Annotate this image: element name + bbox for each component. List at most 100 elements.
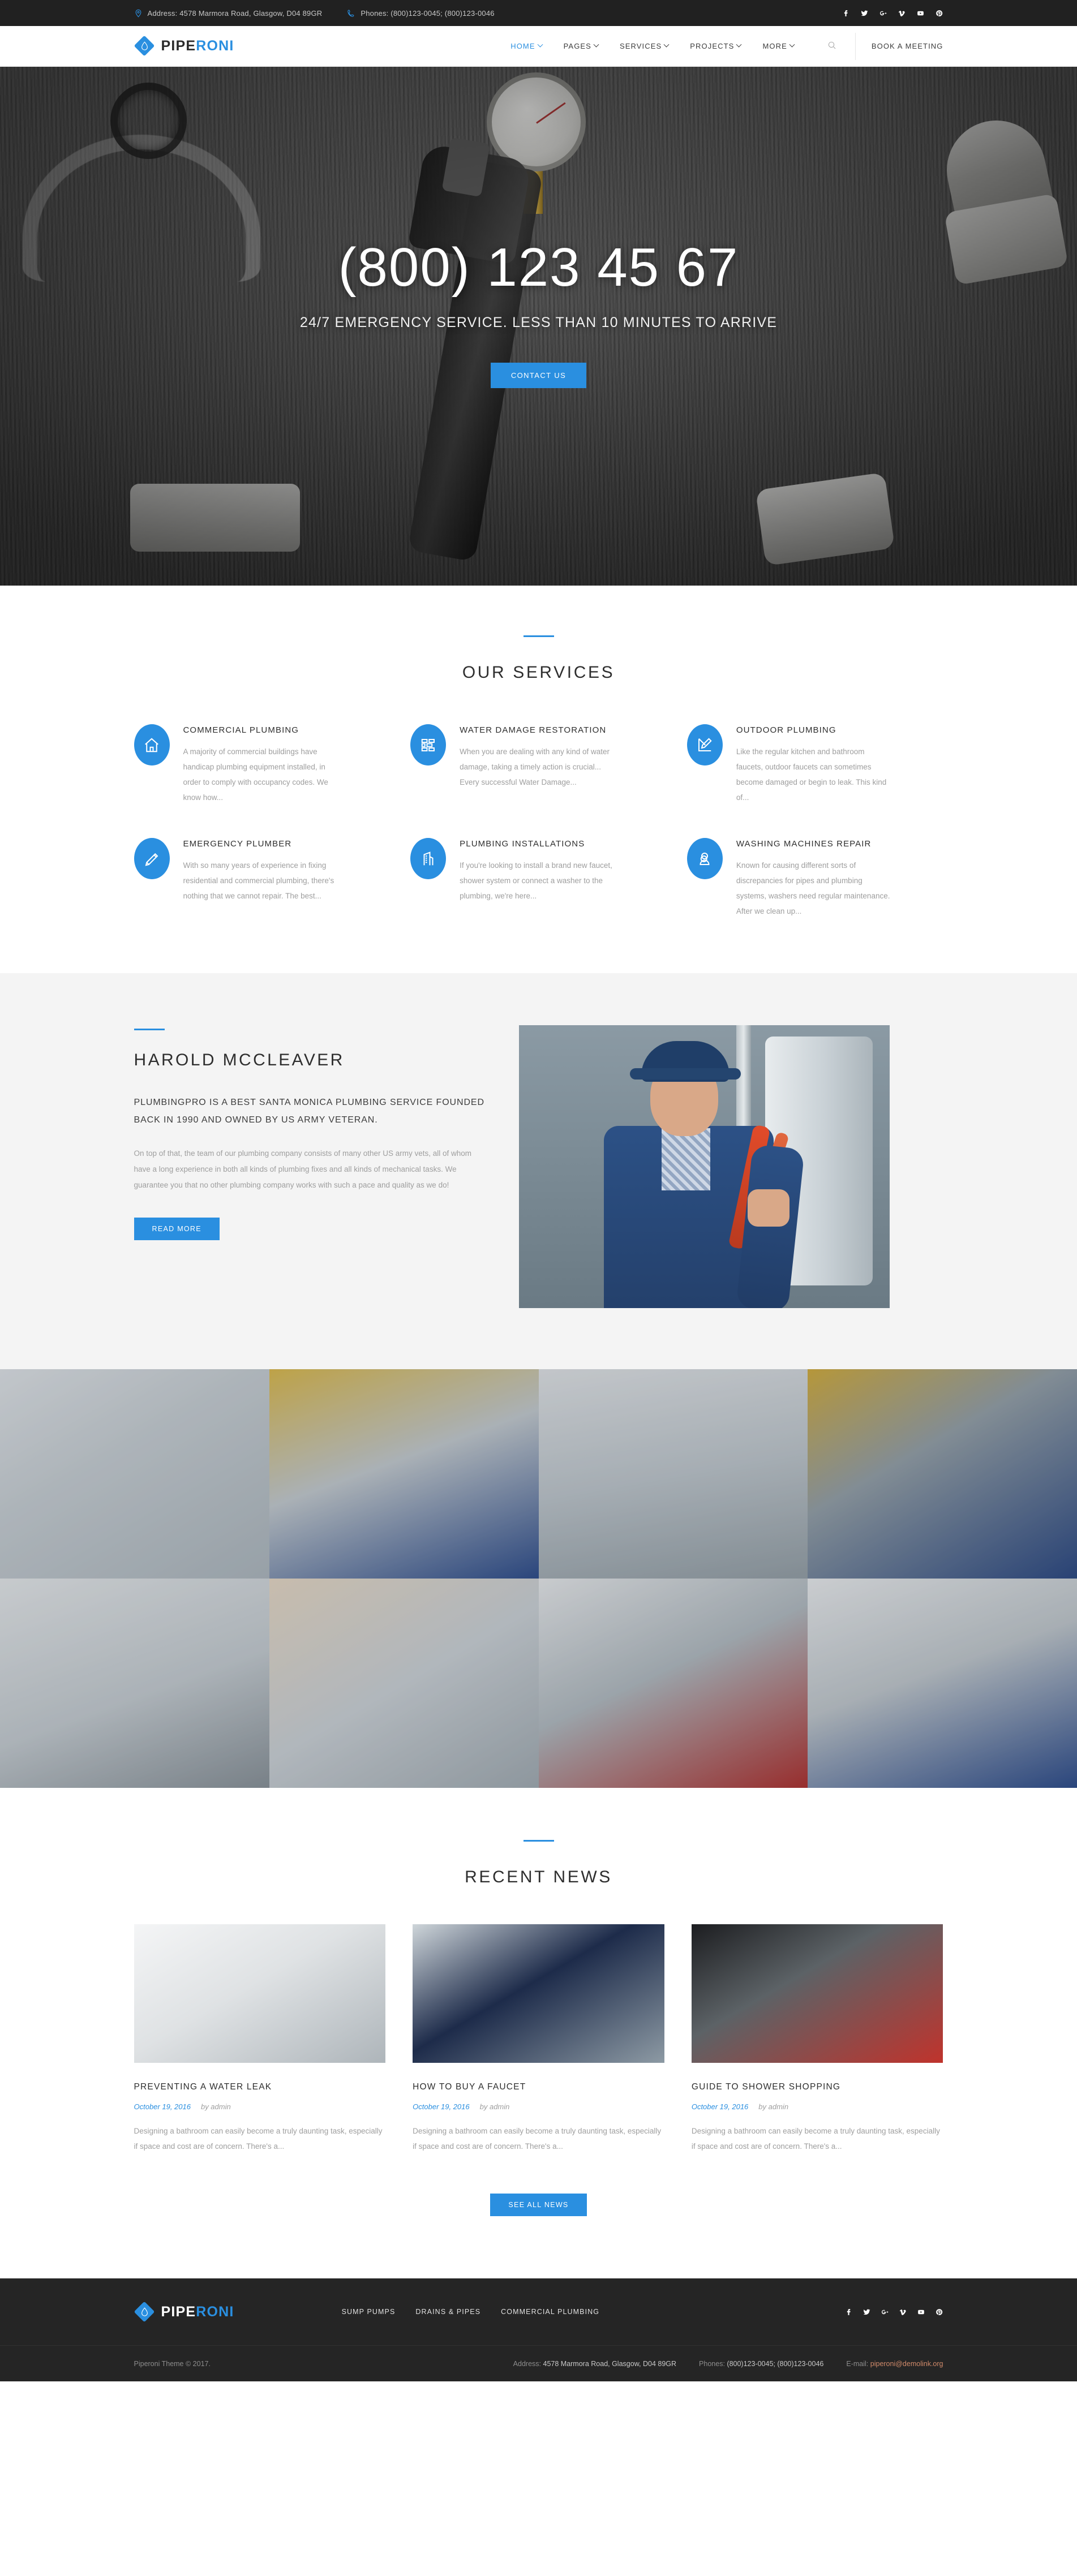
nav-label-services: SERVICES xyxy=(619,41,662,50)
gallery-item[interactable] xyxy=(538,1369,808,1579)
post-author: by admin xyxy=(200,2102,231,2111)
post-title[interactable]: PREVENTING A WATER LEAK xyxy=(134,2082,386,2092)
pencil-icon xyxy=(134,838,170,879)
post-meta: October 19, 2016 by admin xyxy=(692,2102,943,2111)
news-post[interactable]: PREVENTING A WATER LEAK October 19, 2016… xyxy=(134,1924,386,2154)
gallery-item[interactable] xyxy=(808,1369,1077,1579)
footer-logo[interactable]: PIPERONI xyxy=(134,2301,234,2323)
chevron-down-icon xyxy=(593,41,599,48)
footer-email-link[interactable]: piperoni@demolink.org xyxy=(870,2360,943,2368)
see-all-news-button[interactable]: SEE ALL NEWS xyxy=(490,2194,587,2216)
gallery-item[interactable] xyxy=(808,1579,1077,1788)
google-plus-icon[interactable] xyxy=(881,2308,889,2316)
post-thumbnail[interactable] xyxy=(134,1924,386,2063)
nav-item-projects[interactable]: PROJECTS xyxy=(690,41,742,51)
chevron-down-icon xyxy=(537,41,543,48)
google-plus-icon[interactable] xyxy=(879,9,887,18)
nav-item-services[interactable]: SERVICES xyxy=(619,41,670,51)
footer-link-commercial-plumbing[interactable]: COMMERCIAL PLUMBING xyxy=(501,2308,599,2316)
search-button[interactable] xyxy=(823,38,840,55)
youtube-icon[interactable] xyxy=(917,2308,925,2316)
post-thumbnail[interactable] xyxy=(413,1924,664,2063)
post-thumbnail[interactable] xyxy=(691,1924,943,2063)
service-text: When you are dealing with any kind of wa… xyxy=(460,747,610,786)
service-card[interactable]: PLUMBING INSTALLATIONS If you're looking… xyxy=(410,838,667,919)
service-card[interactable]: EMERGENCY PLUMBER With so many years of … xyxy=(134,838,391,919)
about-body-text: On top of that, the team of our plumbing… xyxy=(134,1149,472,1189)
vimeo-icon[interactable] xyxy=(898,9,906,18)
post-author: by admin xyxy=(758,2102,789,2111)
gallery-item[interactable] xyxy=(538,1579,808,1788)
top-bar-contacts: Address: 4578 Marmora Road, Glasgow, D04… xyxy=(134,9,842,18)
facebook-icon[interactable] xyxy=(844,2308,853,2316)
news-post[interactable]: HOW TO BUY A FAUCET October 19, 2016 by … xyxy=(413,1924,664,2154)
logo-text: PIPERONI xyxy=(161,38,234,54)
gallery-item[interactable] xyxy=(0,1369,269,1579)
news-title: RECENT NEWS xyxy=(465,1868,612,1886)
post-date[interactable]: October 19, 2016 xyxy=(413,2102,469,2111)
heading-accent-rule xyxy=(523,635,554,637)
building-icon xyxy=(410,838,447,879)
footer-link-drains-and-pipes[interactable]: DRAINS & PIPES xyxy=(415,2308,480,2316)
post-excerpt: Designing a bathroom can easily become a… xyxy=(691,2127,940,2151)
post-title[interactable]: GUIDE TO SHOWER SHOPPING xyxy=(692,2082,943,2092)
nav-item-more[interactable]: MORE xyxy=(762,41,795,51)
hero-section: (800) 123 45 67 24/7 EMERGENCY SERVICE. … xyxy=(0,67,1077,586)
youtube-icon[interactable] xyxy=(916,9,925,18)
service-card[interactable]: COMMERCIAL PLUMBING A majority of commer… xyxy=(134,724,391,805)
logo[interactable]: PIPERONI xyxy=(134,35,234,57)
top-bar-social-links xyxy=(842,9,943,18)
service-title: COMMERCIAL PLUMBING xyxy=(183,725,299,735)
address-text: Address: 4578 Marmora Road, Glasgow, D04… xyxy=(147,8,323,18)
gallery-item[interactable] xyxy=(0,1579,269,1788)
service-card[interactable]: WATER DAMAGE RESTORATION When you are de… xyxy=(410,724,667,805)
contact-us-button[interactable]: CONTACT US xyxy=(490,363,587,388)
footer-address: Address: 4578 Marmora Road, Glasgow, D04… xyxy=(513,2360,676,2368)
project-gallery xyxy=(0,1369,1077,1788)
post-date[interactable]: October 19, 2016 xyxy=(692,2102,748,2111)
footer-phones-value: (800)123-0045; (800)123-0046 xyxy=(727,2359,824,2368)
service-card[interactable]: WASHING MACHINES REPAIR Known for causin… xyxy=(686,838,943,919)
post-date[interactable]: October 19, 2016 xyxy=(134,2102,191,2111)
nav-item-pages[interactable]: PAGES xyxy=(564,41,599,51)
logo-text-first: PIPE xyxy=(161,38,196,54)
pinterest-icon[interactable] xyxy=(935,2308,943,2316)
service-text: Known for causing different sorts of dis… xyxy=(736,861,890,915)
twitter-icon[interactable] xyxy=(863,2308,871,2316)
service-text: Like the regular kitchen and bathroom fa… xyxy=(736,747,887,802)
read-more-button[interactable]: READ MORE xyxy=(134,1218,220,1241)
footer-logo-text: PIPERONI xyxy=(161,2304,234,2320)
house-icon xyxy=(134,724,170,766)
services-section: OUR SERVICES COMMERCIAL PLUMBING A major… xyxy=(0,586,1077,973)
logo-mark-icon xyxy=(134,2301,155,2323)
twitter-icon[interactable] xyxy=(860,9,869,18)
gallery-item[interactable] xyxy=(269,1579,539,1788)
service-title: OUTDOOR PLUMBING xyxy=(736,725,836,735)
footer-email: E-mail: piperoni@demolink.org xyxy=(846,2360,943,2368)
news-post[interactable]: GUIDE TO SHOWER SHOPPING October 19, 201… xyxy=(691,1924,943,2154)
vimeo-icon[interactable] xyxy=(899,2308,907,2316)
service-card[interactable]: OUTDOOR PLUMBING Like the regular kitche… xyxy=(686,724,943,805)
top-bar-phones: Phones: (800)123-0045; (800)123-0046 xyxy=(347,9,494,18)
about-photo xyxy=(518,1025,890,1308)
hero-subtitle: 24/7 EMERGENCY SERVICE. LESS THAN 10 MIN… xyxy=(299,315,778,330)
footer-email-label: E-mail: xyxy=(846,2359,869,2368)
book-a-meeting-button[interactable]: BOOK A MEETING xyxy=(872,42,943,50)
post-author: by admin xyxy=(479,2102,510,2111)
about-lead-text: PLUMBINGPRO IS A BEST SANTA MONICA PLUMB… xyxy=(134,1098,484,1125)
pinterest-icon[interactable] xyxy=(935,9,943,18)
footer-address-label: Address: xyxy=(513,2359,542,2368)
service-text: If you're looking to install a brand new… xyxy=(460,861,612,900)
gallery-item[interactable] xyxy=(269,1369,539,1579)
footer-link-sump-pumps[interactable]: SUMP PUMPS xyxy=(342,2308,396,2316)
nav-label-more: MORE xyxy=(762,41,787,50)
chevron-down-icon xyxy=(789,41,795,48)
post-title[interactable]: HOW TO BUY A FAUCET xyxy=(413,2082,664,2092)
chevron-down-icon xyxy=(663,41,670,48)
post-meta: October 19, 2016 by admin xyxy=(413,2102,664,2111)
heading-accent-rule xyxy=(134,1029,165,1030)
service-title: WATER DAMAGE RESTORATION xyxy=(460,725,607,735)
facebook-icon[interactable] xyxy=(842,9,850,18)
news-grid: PREVENTING A WATER LEAK October 19, 2016… xyxy=(134,1924,943,2154)
nav-item-home[interactable]: HOME xyxy=(510,41,543,51)
